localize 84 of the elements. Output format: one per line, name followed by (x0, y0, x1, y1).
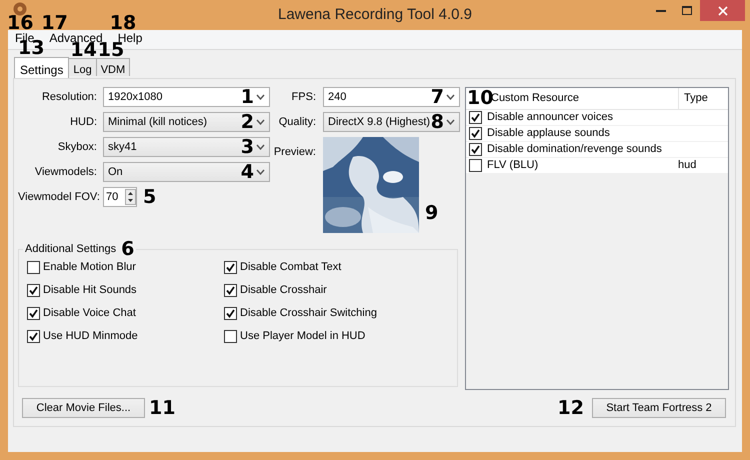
checkbox[interactable] (27, 330, 40, 343)
field-label: Skybox: (56, 140, 97, 155)
combo-box[interactable]: 240 7 (323, 87, 460, 107)
callout-number: 10 (467, 91, 494, 106)
tab[interactable]: Settings (14, 56, 70, 78)
dropdown[interactable]: Minimal (kill notices) 2 (103, 112, 270, 132)
check-icon (29, 286, 38, 295)
checkbox[interactable] (224, 261, 237, 274)
column-header[interactable]: Custom Resource (491, 88, 678, 109)
column-header[interactable]: Type (678, 88, 728, 109)
callout-number: 17 (41, 16, 68, 31)
tab[interactable]: VDM (96, 58, 130, 76)
checkbox-label[interactable]: Disable Voice Chat (43, 305, 136, 322)
checkbox[interactable] (469, 143, 482, 156)
combo-box[interactable]: 1920x1080 1 (103, 87, 270, 107)
minimize-icon (656, 10, 666, 12)
tab[interactable]: Log (69, 58, 97, 76)
checkbox-label[interactable]: Enable Motion Blur (43, 259, 136, 276)
callout-number: 8 (430, 114, 444, 130)
caret-icon (256, 119, 265, 125)
field-label: Viewmodels: (34, 164, 97, 180)
callout-number: 11 (149, 400, 176, 416)
checkbox-label[interactable]: Use Player Model in HUD (240, 328, 366, 345)
callout-number: 6 (121, 242, 134, 256)
dropdown[interactable]: sky41 3 (103, 137, 270, 157)
checkbox-label[interactable]: Disable Crosshair (240, 282, 327, 299)
checkbox[interactable] (27, 284, 40, 297)
table-cell-text: hud (678, 158, 698, 174)
field-label: Quality: (278, 114, 316, 130)
caret-icon (446, 94, 455, 100)
callout-number: 1 (240, 90, 254, 104)
checkbox-label[interactable]: Use HUD Minmode (43, 328, 138, 345)
callout-number: 7 (430, 90, 444, 104)
caret-icon (256, 169, 265, 175)
callout-number: 13 (18, 40, 44, 56)
close-button[interactable] (700, 0, 745, 21)
checkbox-label[interactable]: Disable Crosshair Switching (240, 305, 377, 322)
callout-number: 18 (110, 16, 136, 31)
dropdown[interactable]: On 4 (103, 162, 270, 182)
callout-number: 3 (240, 140, 254, 154)
window-title: Lawena Recording Tool 4.0.9 (278, 6, 472, 24)
checkbox-label[interactable]: Disable Combat Text (240, 259, 342, 276)
checkbox[interactable] (224, 284, 237, 297)
clear-button[interactable]: Clear Movie Files... (22, 398, 145, 418)
field-label: Viewmodel FOV: (18, 190, 97, 205)
checkbox[interactable] (469, 127, 482, 140)
checkbox[interactable] (469, 159, 482, 172)
callout-number: 9 (425, 206, 438, 221)
callout-number: 5 (143, 190, 156, 204)
table-cell-text: Disable applause sounds (486, 126, 611, 142)
caret-icon (256, 144, 265, 150)
spin-arrows-icon (125, 189, 136, 205)
callout-number: 15 (98, 43, 124, 58)
group-title: Additional Settings (25, 242, 116, 257)
table-cell-text: FLV (BLU) (486, 158, 540, 174)
checkbox[interactable] (469, 111, 482, 124)
field-label: Preview: (272, 145, 316, 160)
callout-number: 4 (240, 164, 254, 180)
table-cell-text: Disable announcer voices (486, 110, 614, 126)
checkbox-label[interactable]: Disable Hit Sounds (43, 282, 137, 299)
logo-icon (13, 2, 27, 16)
field-label: FPS: (290, 90, 316, 105)
callout-number: 12 (558, 400, 584, 416)
checkbox[interactable] (224, 330, 237, 343)
caret-icon (446, 119, 455, 125)
caret-icon (256, 94, 265, 100)
table-cell-text: Disable domination/revenge sounds (486, 142, 663, 158)
check-icon (29, 332, 38, 341)
spinner-field[interactable]: 70 (103, 187, 137, 207)
check-icon (29, 309, 38, 318)
callout-number: 14 (70, 43, 97, 58)
callout-number: 16 (7, 16, 34, 31)
checkbox[interactable] (27, 261, 40, 274)
checkbox[interactable] (224, 307, 237, 320)
close-icon (718, 6, 728, 16)
check-icon (226, 263, 235, 272)
check-icon (226, 286, 235, 295)
field-label: Resolution: (40, 90, 97, 105)
checkbox[interactable] (27, 307, 40, 320)
start-button[interactable]: Start Team Fortress 2 (592, 398, 726, 418)
maximize-icon (682, 6, 692, 15)
field-label: HUD: (69, 114, 97, 130)
check-icon (226, 309, 235, 318)
callout-number: 2 (240, 114, 254, 130)
